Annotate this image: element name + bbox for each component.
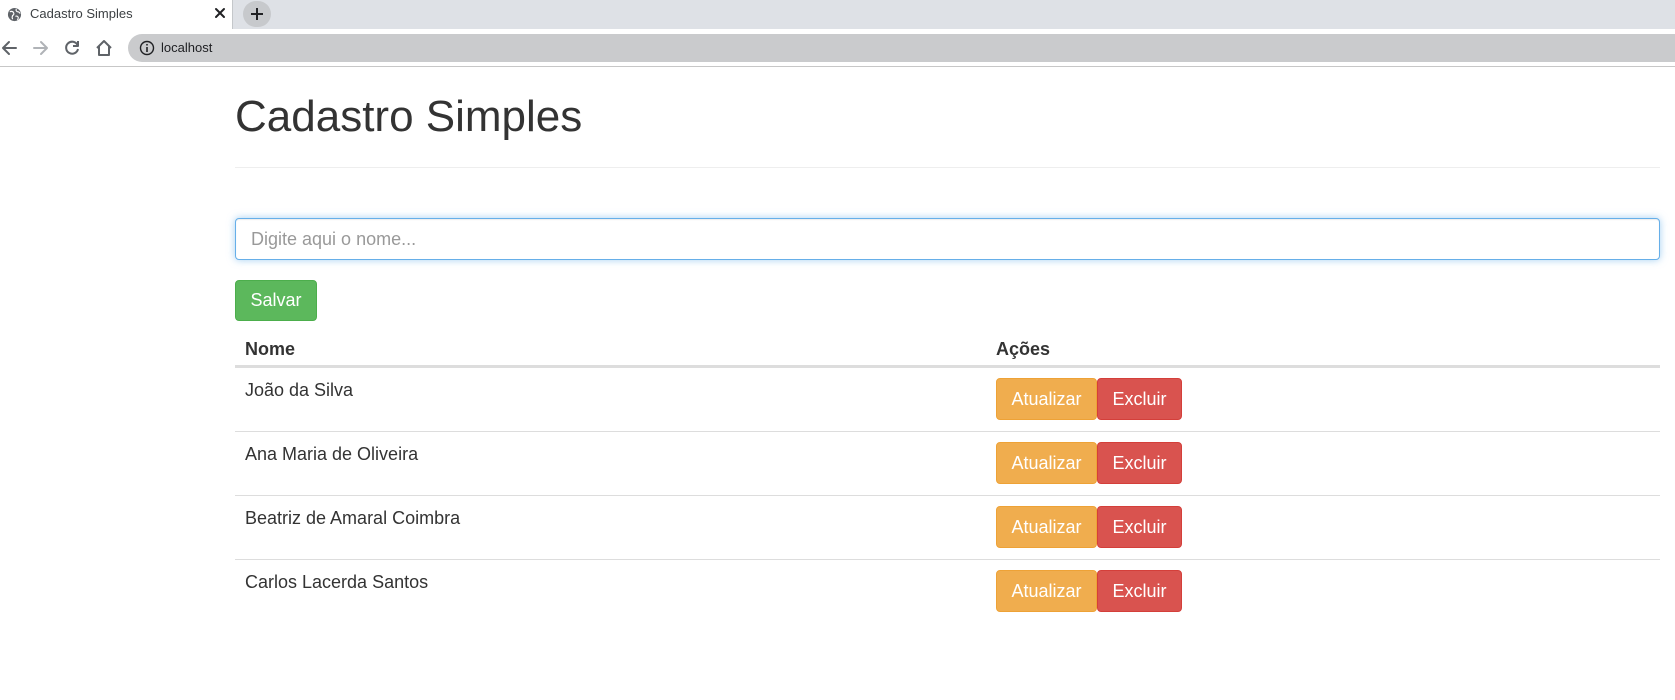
column-header-actions: Ações [996, 339, 1051, 359]
new-tab-button[interactable] [243, 1, 271, 27]
delete-button[interactable]: Excluir [1097, 378, 1182, 420]
delete-button[interactable]: Excluir [1097, 570, 1182, 612]
update-button[interactable]: Atualizar [996, 378, 1097, 420]
save-button[interactable]: Salvar [235, 280, 317, 321]
arrow-left-icon[interactable] [0, 38, 20, 58]
table-row: Carlos Lacerda Santos Atualizar Excluir [235, 560, 1660, 624]
name-input[interactable] [235, 218, 1660, 260]
update-button[interactable]: Atualizar [996, 442, 1097, 484]
tab-title: Cadastro Simples [30, 6, 133, 21]
update-button[interactable]: Atualizar [996, 570, 1097, 612]
home-icon[interactable] [94, 38, 114, 58]
column-header-name: Nome [245, 339, 296, 359]
page-title: Cadastro Simples [235, 92, 583, 141]
table-row: Ana Maria de Oliveira Atualizar Excluir [235, 432, 1660, 496]
row-actions: Atualizar Excluir [996, 378, 1182, 420]
globe-icon [7, 7, 22, 22]
close-icon[interactable] [212, 5, 228, 21]
table-row: João da Silva Atualizar Excluir [235, 368, 1660, 432]
row-name: João da Silva [245, 380, 354, 400]
browser-toolbar: localhost [0, 29, 1675, 67]
delete-button[interactable]: Excluir [1097, 506, 1182, 548]
arrow-right-icon[interactable] [30, 38, 50, 58]
address-bar[interactable]: localhost [128, 34, 1675, 62]
row-name: Carlos Lacerda Santos [245, 572, 429, 592]
row-actions: Atualizar Excluir [996, 506, 1182, 548]
address-url: localhost [161, 40, 213, 55]
update-button[interactable]: Atualizar [996, 506, 1097, 548]
title-divider [235, 167, 1660, 168]
row-actions: Atualizar Excluir [996, 570, 1182, 612]
people-table: Nome Ações João da Silva Atualizar Exclu… [235, 323, 1660, 624]
info-icon[interactable] [139, 40, 155, 56]
table-header: Nome Ações [235, 323, 1660, 368]
browser-tab-bar: Cadastro Simples [0, 0, 1675, 29]
browser-tab[interactable]: Cadastro Simples [0, 0, 233, 29]
row-name: Ana Maria de Oliveira [245, 444, 419, 464]
plus-icon [251, 8, 263, 20]
reload-icon[interactable] [62, 38, 82, 58]
row-actions: Atualizar Excluir [996, 442, 1182, 484]
delete-button[interactable]: Excluir [1097, 442, 1182, 484]
table-row: Beatriz de Amaral Coimbra Atualizar Excl… [235, 496, 1660, 560]
row-name: Beatriz de Amaral Coimbra [245, 508, 461, 528]
